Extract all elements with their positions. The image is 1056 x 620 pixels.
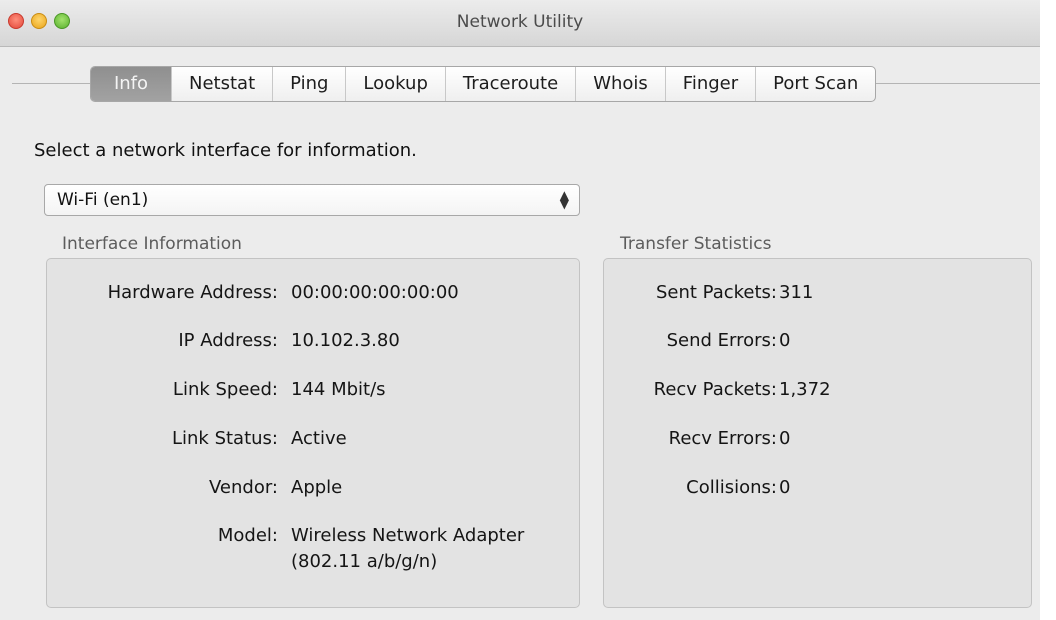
interface-prompt: Select a network interface for informati… <box>34 140 417 161</box>
interface-select-value: Wi-Fi (en1) <box>57 190 149 210</box>
transfer-statistics-box: Sent Packets: 311 Send Errors: 0 Recv Pa… <box>603 258 1032 608</box>
vendor-value: Apple <box>291 477 343 498</box>
link-speed-label: Link Speed: <box>172 379 278 400</box>
send-errors-label: Send Errors: <box>666 330 777 351</box>
model-value-line2: (802.11 a/b/g/n) <box>291 551 438 572</box>
link-speed-value: 144 Mbit/s <box>291 379 386 400</box>
tab-lookup[interactable]: Lookup <box>346 67 446 101</box>
vendor-label: Vendor: <box>209 477 278 498</box>
tab-finger[interactable]: Finger <box>666 67 757 101</box>
interface-select[interactable]: Wi-Fi (en1) ▲ ▼ <box>44 184 580 216</box>
model-label: Model: <box>217 525 278 546</box>
hardware-address-label: Hardware Address: <box>107 282 278 303</box>
recv-packets-value: 1,372 <box>779 379 831 400</box>
tab-bar: Info Netstat Ping Lookup Traceroute Whoi… <box>90 66 877 102</box>
transfer-statistics-heading: Transfer Statistics <box>620 234 772 254</box>
network-utility-window: Network Utility Info Netstat Ping Lookup… <box>0 0 1040 620</box>
recv-errors-label: Recv Errors: <box>668 428 777 449</box>
send-errors-value: 0 <box>779 330 791 351</box>
tab-port-scan[interactable]: Port Scan <box>756 67 875 101</box>
link-status-value: Active <box>291 428 347 449</box>
tab-info[interactable]: Info <box>91 67 172 101</box>
interface-information-box: Hardware Address: 00:00:00:00:00:00 IP A… <box>46 258 580 608</box>
model-value: Wireless Network Adapter <box>291 525 525 546</box>
tab-traceroute[interactable]: Traceroute <box>446 67 577 101</box>
title-bar: Network Utility <box>0 0 1040 47</box>
collisions-value: 0 <box>779 477 791 498</box>
sent-packets-label: Sent Packets: <box>655 282 777 303</box>
select-arrows-icon: ▲ ▼ <box>559 188 569 211</box>
hardware-address-value: 00:00:00:00:00:00 <box>291 282 459 303</box>
interface-information-heading: Interface Information <box>62 234 242 254</box>
tab-ping[interactable]: Ping <box>273 67 347 101</box>
link-status-label: Link Status: <box>171 428 278 449</box>
recv-packets-label: Recv Packets: <box>653 379 777 400</box>
recv-errors-value: 0 <box>779 428 791 449</box>
tab-netstat[interactable]: Netstat <box>172 67 274 101</box>
ip-address-label: IP Address: <box>178 330 278 351</box>
tab-whois[interactable]: Whois <box>576 67 666 101</box>
ip-address-value: 10.102.3.80 <box>291 330 400 351</box>
sent-packets-value: 311 <box>779 282 814 303</box>
window-title: Network Utility <box>456 12 584 32</box>
collisions-label: Collisions: <box>686 477 777 498</box>
